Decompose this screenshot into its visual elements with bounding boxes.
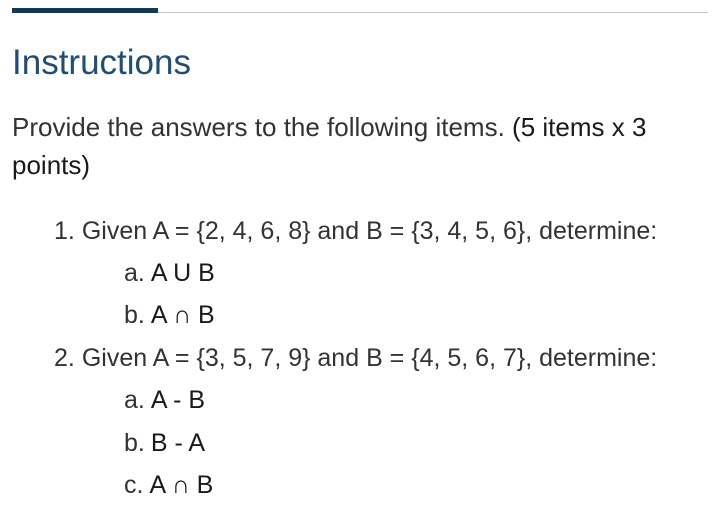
subitem-letter: a. (124, 259, 145, 287)
subitem-expression: B - A (150, 429, 206, 457)
subitem-expression: A ∩ B (150, 301, 215, 329)
subitem-expression: A - B (150, 386, 206, 414)
subitem-letter: c. (124, 471, 144, 499)
intro-text: Provide the answers to the following ite… (12, 112, 505, 142)
subitem-letter: b. (124, 301, 145, 329)
subitem-expression: A U B (150, 259, 215, 287)
question-2-subitem-c: c. A ∩ B (124, 464, 213, 506)
question-1-subitem-b: b. A ∩ B (124, 294, 215, 336)
instructions-intro: Provide the answers to the following ite… (12, 108, 712, 184)
subitem-letter: b. (124, 429, 145, 457)
question-2-subitem-b: b. B - A (124, 422, 205, 464)
question-1-subitem-a: a. A U B (124, 252, 215, 294)
question-1: 1. Given A = {2, 4, 6, 8} and B = {3, 4,… (54, 210, 657, 252)
question-2: 2. Given A = {3, 5, 7, 9} and B = {4, 5,… (54, 337, 657, 379)
question-2-subitem-a: a. A - B (124, 379, 205, 421)
question-number: 2. (54, 344, 75, 372)
question-prompt: Given A = {3, 5, 7, 9} and B = {4, 5, 6,… (81, 344, 658, 372)
subitem-expression: A ∩ B (149, 471, 214, 499)
subitem-letter: a. (124, 386, 145, 414)
question-number: 1. (54, 217, 75, 245)
question-prompt: Given A = {2, 4, 6, 8} and B = {3, 4, 5,… (81, 217, 658, 245)
page-title: Instructions (12, 43, 191, 82)
section-accent-bar (12, 8, 158, 13)
